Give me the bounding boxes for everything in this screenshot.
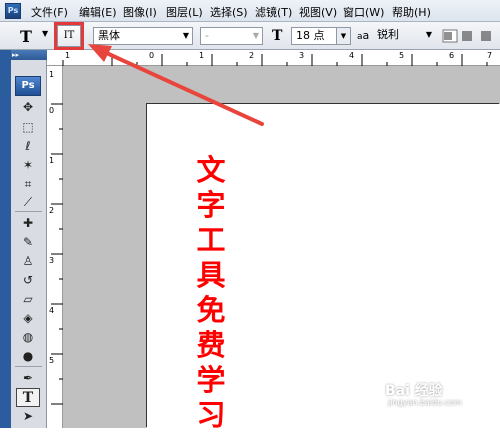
font-style-value: - xyxy=(205,29,209,42)
eraser-tool-icon[interactable]: ▱ xyxy=(16,290,40,309)
ruler-label: 4 xyxy=(49,306,55,315)
chevron-down-icon: ▼ xyxy=(425,30,432,39)
lasso-tool-icon[interactable]: ℓ xyxy=(16,137,40,156)
ruler-ticks xyxy=(62,54,488,66)
menu-edit[interactable]: 编辑(E) xyxy=(79,4,117,20)
align-left-icon[interactable] xyxy=(442,29,458,43)
blur-tool-icon[interactable]: ◍ xyxy=(16,328,40,347)
antialias-value: 锐利 xyxy=(377,28,399,41)
move-tool-icon[interactable]: ✥ xyxy=(16,98,40,117)
ruler-label: 3 xyxy=(299,51,305,60)
ruler-label: 0 xyxy=(149,51,155,60)
ruler-label: 5 xyxy=(399,51,405,60)
crop-tool-icon[interactable]: ⌗ xyxy=(16,175,40,194)
chevron-down-icon: ▼ xyxy=(252,31,259,40)
clone-stamp-tool-icon[interactable]: ♙ xyxy=(16,252,40,271)
watermark: Bai 经验 jingyan.baidu.com xyxy=(385,380,495,407)
brush-tool-icon[interactable]: ✎ xyxy=(16,233,40,252)
ruler-label: 7 xyxy=(487,51,493,60)
path-selection-tool-icon[interactable]: ➤ xyxy=(16,407,40,426)
ruler-label: 2 xyxy=(49,206,55,215)
marquee-tool-icon[interactable]: ⬚ xyxy=(16,118,40,137)
ruler-label: 1 xyxy=(199,51,205,60)
ruler-label: 1 xyxy=(49,156,55,165)
font-size-value: 18 点 xyxy=(296,29,325,42)
tool-preset-picker[interactable]: T xyxy=(20,27,32,46)
type-tool-icon[interactable]: T xyxy=(16,388,40,407)
menu-filter[interactable]: 滤镜(T) xyxy=(255,4,292,20)
menu-help[interactable]: 帮助(H) xyxy=(392,4,431,20)
ruler-label: 1 xyxy=(49,70,55,79)
menu-view[interactable]: 视图(V) xyxy=(299,4,337,20)
slice-tool-icon[interactable]: ⟋ xyxy=(16,193,40,212)
font-family-value: 黑体 xyxy=(98,29,120,42)
horizontal-ruler[interactable]: 1 0 1 2 3 4 5 6 7 xyxy=(47,50,500,66)
highlight-box xyxy=(54,22,84,50)
dodge-tool-icon[interactable]: ● xyxy=(16,347,40,366)
paint-bucket-tool-icon[interactable]: ◈ xyxy=(16,309,40,328)
vertical-ruler[interactable]: 1 0 1 2 3 4 5 xyxy=(47,66,63,428)
antialias-select[interactable]: 锐利 ▼ xyxy=(373,27,435,45)
toolbox-divider xyxy=(15,211,42,212)
history-brush-tool-icon[interactable]: ↺ xyxy=(16,271,40,290)
ruler-label: 6 xyxy=(449,51,455,60)
align-center-icon[interactable] xyxy=(460,29,476,43)
watermark-logo-text: Bai 经验 xyxy=(385,383,443,399)
menu-select[interactable]: 选择(S) xyxy=(210,4,248,20)
menu-file[interactable]: 文件(F) xyxy=(31,4,68,20)
chevron-down-icon: ▼ xyxy=(182,31,189,40)
font-style-select[interactable]: - ▼ xyxy=(200,27,263,45)
font-size-select[interactable]: 18 点 ▼ xyxy=(291,27,351,45)
toolbox-divider xyxy=(15,366,42,367)
font-size-icon: T xyxy=(272,28,283,44)
antialias-icon: aa xyxy=(357,29,370,42)
menu-image[interactable]: 图像(I) xyxy=(123,4,157,20)
ruler-label: 0 xyxy=(49,106,55,115)
toolbox-strip xyxy=(0,50,11,428)
ruler-label: 5 xyxy=(49,356,55,365)
chevron-down-icon[interactable]: ▼ xyxy=(336,28,350,44)
ruler-ticks xyxy=(51,103,63,405)
magic-wand-tool-icon[interactable]: ✶ xyxy=(16,156,40,175)
ruler-label: 1 xyxy=(65,51,71,60)
ruler-label: 2 xyxy=(249,51,255,60)
font-family-select[interactable]: 黑体 ▼ xyxy=(93,27,193,45)
photoshop-app-icon[interactable]: Ps xyxy=(5,3,21,19)
photoshop-badge[interactable]: Ps xyxy=(15,76,41,96)
ruler-label: 4 xyxy=(349,51,355,60)
healing-brush-tool-icon[interactable]: ✚ xyxy=(16,214,40,233)
menu-window[interactable]: 窗口(W) xyxy=(343,4,384,20)
watermark-url: jingyan.baidu.com xyxy=(388,398,462,407)
vertical-text-layer[interactable]: 文字工具免费学习 xyxy=(193,153,229,433)
chevron-down-icon[interactable]: ▼ xyxy=(42,29,48,38)
menu-bar: Ps 文件(F) 编辑(E) 图像(I) 图层(L) 选择(S) 滤镜(T) 视… xyxy=(0,0,500,22)
menu-layer[interactable]: 图层(L) xyxy=(166,4,203,20)
collapse-icon[interactable]: ▸▸ xyxy=(12,51,19,59)
pen-tool-icon[interactable]: ✒ xyxy=(16,369,40,388)
text-align-group xyxy=(442,29,498,43)
ruler-label: 3 xyxy=(49,256,55,265)
align-right-icon[interactable] xyxy=(478,29,494,43)
